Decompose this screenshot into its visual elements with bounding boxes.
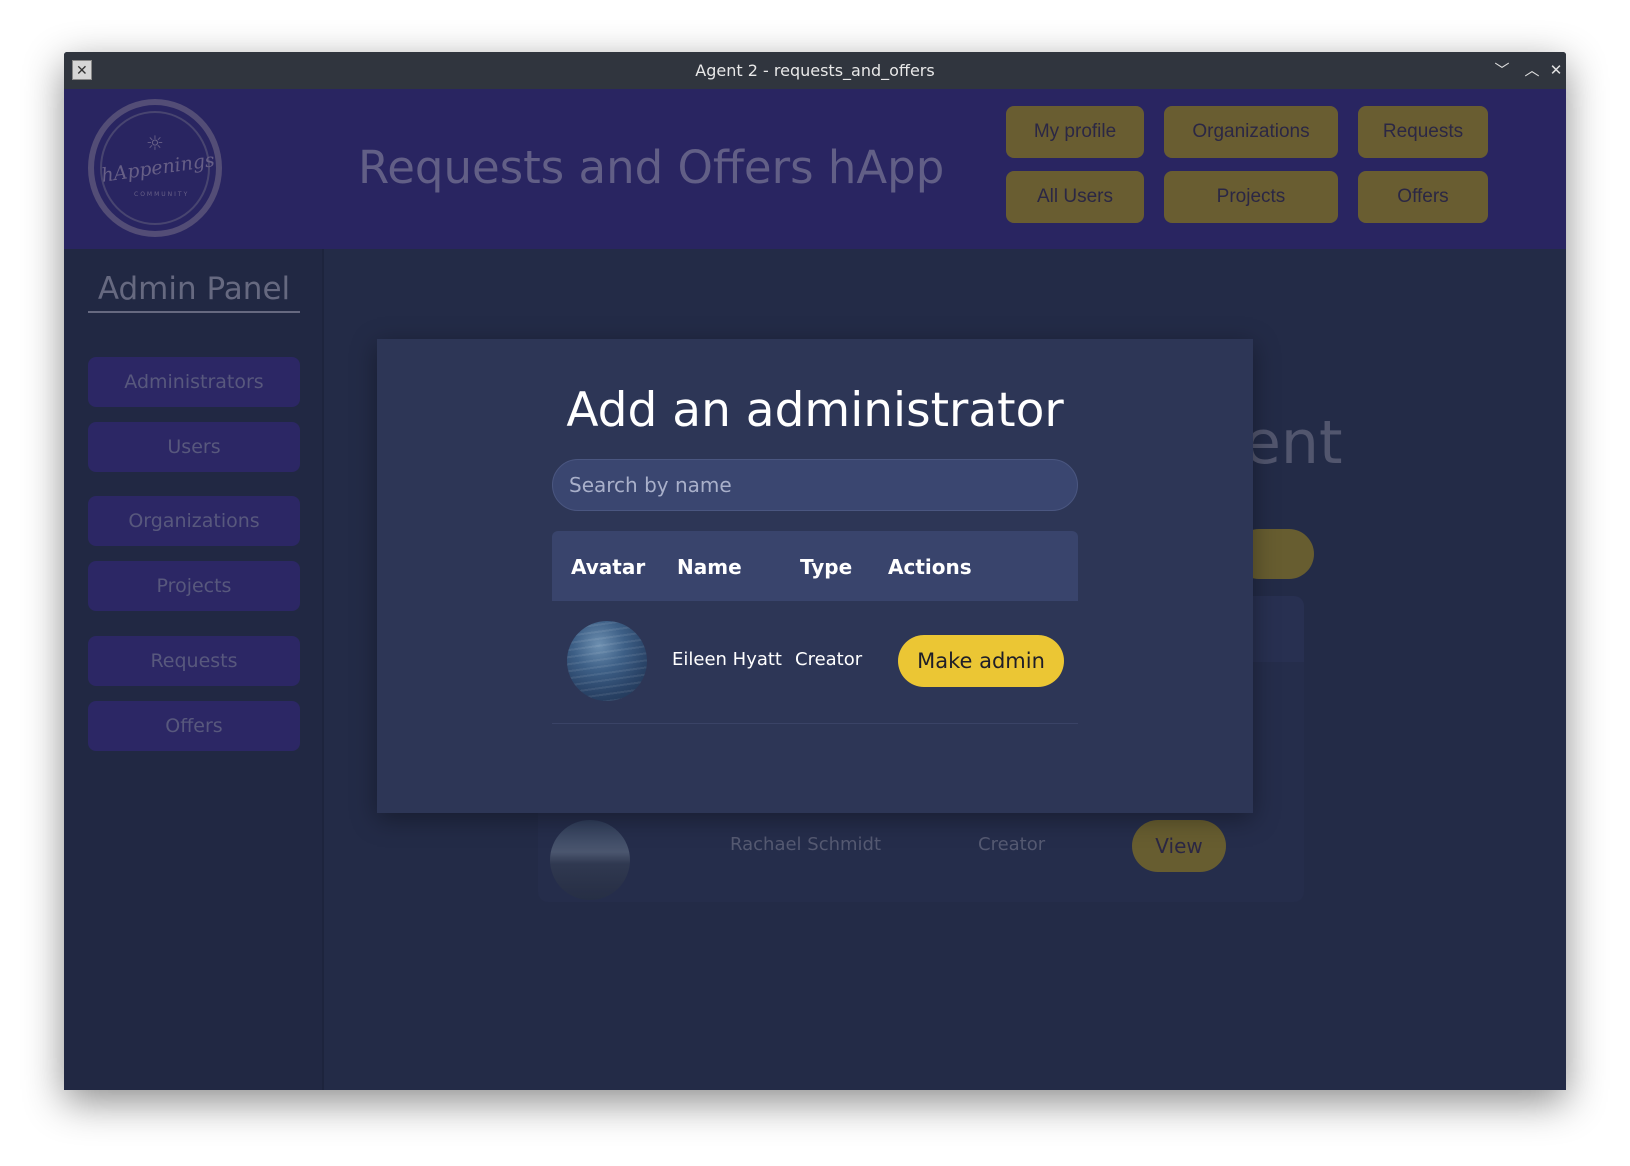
- column-header-type: Type: [800, 555, 853, 579]
- search-input[interactable]: [552, 459, 1078, 511]
- close-icon[interactable]: ✕: [1544, 52, 1566, 89]
- table-cell-name: Eileen Hyatt: [672, 649, 782, 670]
- avatar: [567, 621, 647, 701]
- window-title: Agent 2 - requests_and_offers: [695, 61, 935, 80]
- maximize-icon[interactable]: ︿: [1520, 52, 1544, 89]
- make-admin-button[interactable]: Make admin: [898, 635, 1064, 687]
- table-cell-type: Creator: [795, 649, 863, 670]
- add-administrator-modal: Add an administrator Avatar Name Type Ac…: [377, 339, 1253, 813]
- modal-title: Add an administrator: [566, 383, 1064, 438]
- column-header-avatar: Avatar: [571, 555, 646, 579]
- title-bar: Agent 2 - requests_and_offers ﹀ ︿ ✕: [64, 52, 1566, 90]
- table-header: Avatar Name Type Actions: [552, 531, 1078, 601]
- app-window: Agent 2 - requests_and_offers ﹀ ︿ ✕ ☼ hA…: [64, 52, 1566, 1090]
- minimize-icon[interactable]: ﹀: [1490, 52, 1514, 89]
- column-header-actions: Actions: [888, 555, 972, 579]
- app-icon: [72, 53, 92, 90]
- table-row: Eileen Hyatt Creator Make admin: [552, 601, 1078, 724]
- column-header-name: Name: [677, 555, 742, 579]
